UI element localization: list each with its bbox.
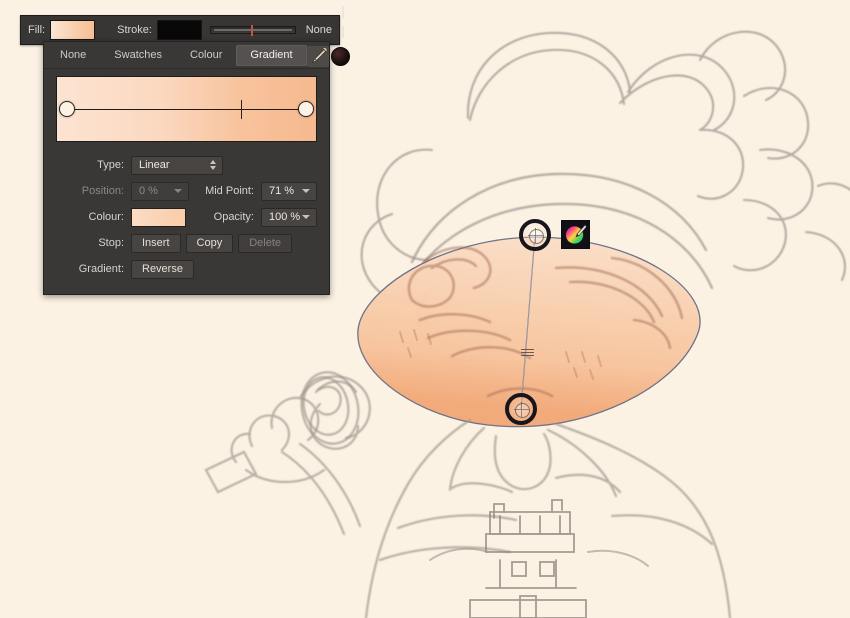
gradient-panel[interactable]: None Swatches Colour Gradient Type: Line [43,41,350,295]
opacity-select[interactable]: 100 % [261,207,317,227]
chevron-down-icon [302,215,310,219]
stop-insert-button[interactable]: Insert [131,233,181,253]
position-select[interactable]: 0 % [131,181,189,201]
midpoint-label: Mid Point: [205,185,254,197]
stepper-arrows-icon [210,159,217,171]
slider-marker [251,25,254,36]
current-colour-indicator[interactable] [330,47,350,66]
colour-wheel-icon [565,224,587,245]
opacity-group: Opacity: 100 % [213,207,329,227]
midpoint-value: 71 % [269,184,295,197]
row-position-midpoint: Position: 0 % Mid Point: 71 % [44,178,329,204]
panel-tab-bar[interactable]: None Swatches Colour Gradient [44,42,350,69]
chevron-down-icon [174,189,182,193]
gradient-label: Gradient: [78,263,124,275]
eyedropper-button[interactable] [306,46,329,67]
stroke-label: Stroke: [117,24,152,36]
midpoint-select[interactable]: 71 % [261,181,317,201]
colour-label: Colour: [88,211,124,223]
gradient-stop-start[interactable] [59,101,75,117]
tab-none[interactable]: None [46,45,100,66]
row-gradient-reverse: Gradient: Reverse [44,256,329,282]
gradient-stop-axis [67,109,306,110]
opacity-label: Opacity: [213,211,254,223]
gradient-properties-form: Type: Linear Position: 0 % Mid Point: 71… [44,142,329,282]
stop-delete-button: Delete [238,233,292,253]
stroke-colour-swatch[interactable] [156,20,202,40]
panel-tools [306,45,353,68]
gradient-reverse-button[interactable]: Reverse [131,259,194,279]
fill-colour-swatch[interactable] [50,20,96,40]
stroke-width-slider[interactable] [209,25,296,36]
stop-copy-button[interactable]: Copy [185,233,234,253]
position-label: Position: [81,185,124,197]
eyedropper-icon [311,47,328,64]
chevron-down-icon [302,189,310,193]
fill-label: Fill: [28,24,46,36]
tab-colour[interactable]: Colour [176,45,236,66]
tab-swatches[interactable]: Swatches [100,45,176,66]
gradient-preview-editor[interactable] [56,76,317,142]
row-type: Type: Linear [44,152,329,178]
row-stop-buttons: Stop: Insert Copy Delete [44,230,329,256]
position-value: 0 % [139,184,158,197]
opacity-value: 100 % [269,210,301,223]
handle-inner-ring [528,228,544,244]
stop-label: Stop: [98,237,124,249]
row-colour-opacity: Colour: Opacity: 100 % [44,204,329,230]
midpoint-group: Mid Point: 71 % [205,181,329,201]
stroke-width-value: None [305,24,332,36]
gradient-midpoint-tick[interactable] [241,100,243,119]
stop-colour-swatch[interactable] [131,207,186,227]
tab-gradient[interactable]: Gradient [236,45,307,66]
type-value: Linear [139,158,170,171]
gradient-start-handle[interactable] [519,219,551,251]
handle-inner-ring [514,402,530,418]
type-label: Type: [97,159,124,171]
type-select[interactable]: Linear [131,155,223,175]
colour-wheel-button[interactable] [561,220,590,249]
gradient-end-handle[interactable] [505,393,537,425]
gradient-stop-end[interactable] [298,101,314,117]
